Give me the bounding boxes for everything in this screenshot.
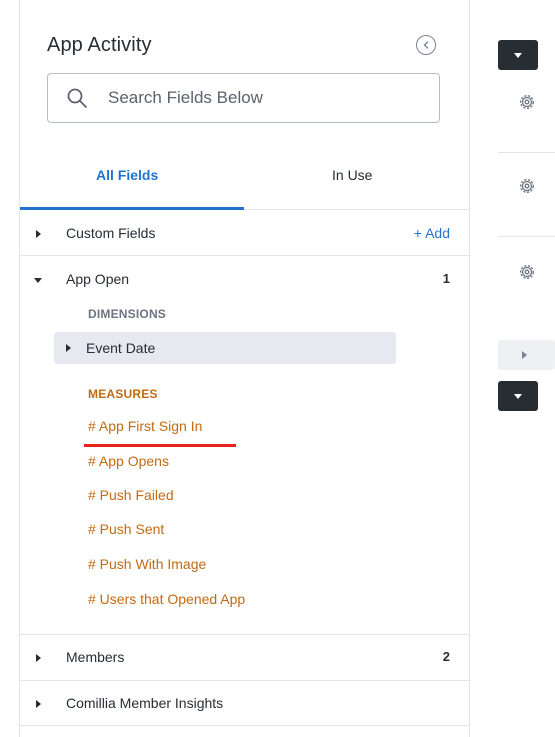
gear-icon[interactable] (517, 92, 537, 112)
group-custom-fields[interactable]: Custom Fields + Add (20, 220, 470, 248)
caret-down-icon (514, 394, 522, 399)
measures-heading: MEASURES (88, 387, 158, 401)
measure-users-that-opened-app[interactable]: # Users that Opened App (88, 591, 245, 607)
measure-push-failed[interactable]: # Push Failed (88, 487, 174, 503)
dropdown-button[interactable] (498, 40, 538, 70)
gear-icon[interactable] (517, 262, 537, 282)
collapse-panel-button[interactable] (416, 35, 436, 55)
group-comillia-member-insights[interactable]: Comillia Member Insights (20, 690, 470, 718)
caret-right-icon (66, 344, 71, 352)
left-gutter (0, 0, 20, 737)
caret-down-icon (514, 53, 522, 58)
dropdown-button[interactable] (498, 381, 538, 411)
tab-in-use[interactable]: In Use (332, 167, 372, 183)
query-builder-area (471, 0, 555, 737)
divider (20, 634, 470, 635)
group-count: 1 (442, 271, 450, 286)
search-icon (67, 88, 87, 108)
dimension-label: Event Date (86, 340, 156, 356)
measure-push-with-image[interactable]: # Push With Image (88, 556, 206, 572)
divider (498, 152, 555, 153)
divider (20, 680, 470, 681)
group-count: 2 (442, 649, 450, 664)
gear-icon[interactable] (517, 176, 537, 196)
group-label: Custom Fields (66, 225, 156, 241)
panel-title: App Activity (47, 34, 152, 56)
highlight-underline (84, 444, 236, 447)
caret-right-icon (522, 351, 527, 359)
caret-right-icon (36, 654, 41, 662)
caret-right-icon (36, 700, 41, 708)
dimension-event-date[interactable]: Event Date (54, 332, 396, 364)
tab-all-fields[interactable]: All Fields (96, 167, 158, 183)
active-tab-indicator (20, 207, 244, 210)
group-app-open[interactable]: App Open 1 (20, 266, 470, 294)
dimensions-heading: DIMENSIONS (88, 307, 167, 321)
search-input[interactable] (108, 86, 428, 110)
measure-app-first-sign-in[interactable]: # App First Sign In (88, 418, 202, 434)
divider (498, 236, 555, 237)
search-box[interactable] (47, 73, 440, 123)
group-label: Members (66, 649, 125, 665)
caret-right-icon (36, 230, 41, 238)
field-picker-panel: App Activity All Fields In Use Custom Fi… (20, 0, 470, 737)
divider (20, 725, 470, 726)
measure-push-sent[interactable]: # Push Sent (88, 521, 164, 537)
expand-button[interactable] (498, 340, 555, 370)
add-custom-field-link[interactable]: + Add (414, 225, 450, 241)
group-label: Comillia Member Insights (66, 695, 224, 711)
caret-down-icon (34, 278, 42, 283)
divider (20, 255, 470, 256)
chevron-left-icon (423, 41, 429, 49)
group-members[interactable]: Members 2 (20, 644, 470, 672)
measure-app-opens[interactable]: # App Opens (88, 453, 169, 469)
group-label: App Open (66, 271, 130, 287)
